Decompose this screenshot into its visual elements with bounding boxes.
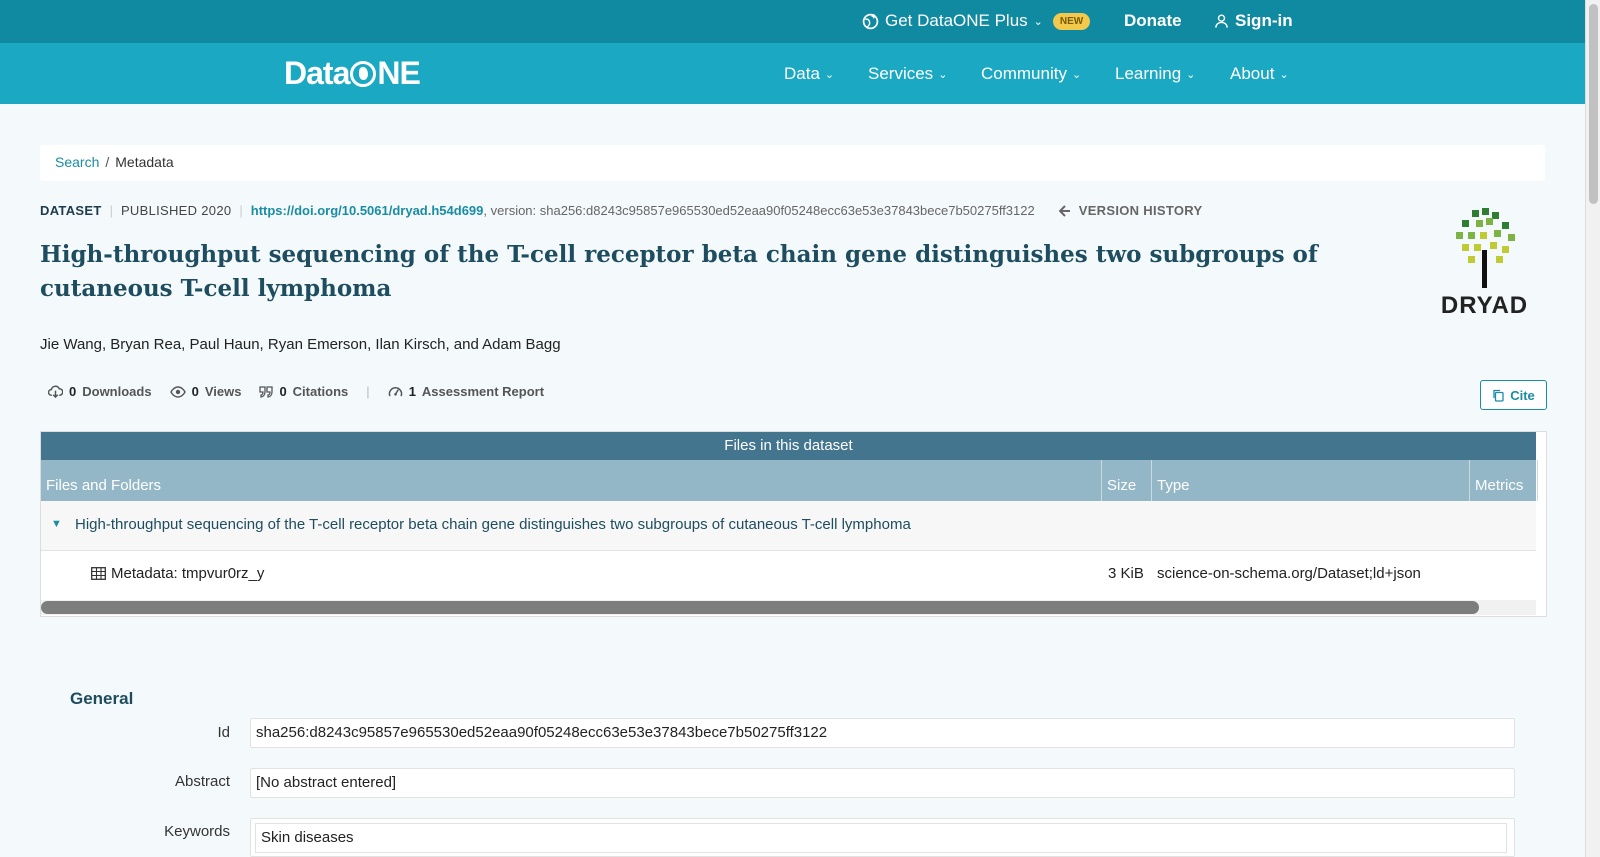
files-table-header-row: Files and Folders Size Type Metrics A	[41, 460, 1546, 501]
get-dataone-plus-label: Get DataONE Plus	[885, 11, 1028, 30]
keywords-label: Keywords	[164, 823, 230, 840]
citations-count: 0	[279, 384, 287, 399]
dataset-title: High-throughput sequencing of the T-cell…	[40, 241, 1318, 302]
downloads-metric[interactable]: 0 Downloads	[48, 384, 152, 399]
column-files-and-folders[interactable]: Files and Folders	[41, 460, 1102, 501]
copy-icon	[1493, 389, 1504, 402]
nav-community[interactable]: Community ⌄	[981, 64, 1081, 84]
page-scrollbar[interactable]	[1585, 0, 1600, 857]
general-section-title: General	[70, 689, 134, 708]
file-name[interactable]: Metadata: tmpvur0rz_y	[111, 565, 264, 582]
views-count: 0	[191, 384, 199, 399]
divider: |	[366, 384, 370, 399]
downloads-count: 0	[69, 384, 77, 399]
gauge-icon	[388, 387, 402, 397]
file-size: 3 KiB	[1108, 565, 1144, 582]
chevron-down-icon: ⌄	[938, 68, 948, 81]
scrollbar-thumb[interactable]	[1589, 4, 1598, 204]
version-history-link[interactable]: VERSION HISTORY	[1058, 203, 1203, 218]
dataset-type: DATASET	[40, 203, 102, 218]
quote-icon	[259, 385, 274, 398]
nav-data-label: Data	[784, 64, 820, 83]
dataset-meta-line: DATASET | PUBLISHED 2020 | https://doi.o…	[40, 203, 1202, 218]
logo-text-ne: NE	[377, 55, 420, 91]
metrics-bar: 0 Downloads 0 Views 0 Citations | 1 Assessme…	[48, 384, 544, 399]
keyword-item: Skin diseases	[255, 823, 1507, 853]
files-table-heading: Files in this dataset	[41, 432, 1536, 460]
chevron-down-icon: ⌄	[824, 68, 835, 81]
table-row-file[interactable]: Metadata: tmpvur0rz_y 3 KiB science-on-s…	[41, 551, 1536, 599]
abstract-value: [No abstract entered]	[250, 768, 1515, 798]
downloads-label: Downloads	[82, 384, 152, 399]
nav-services-label: Services	[868, 64, 934, 83]
nav-services[interactable]: Services ⌄	[868, 64, 947, 84]
author-list: Jie Wang, Bryan Rea, Paul Haun, Ryan Eme…	[40, 336, 561, 353]
divider: |	[109, 203, 113, 218]
nav-learning[interactable]: Learning ⌄	[1115, 64, 1195, 84]
scrollbar-thumb[interactable]	[41, 601, 1479, 614]
files-table-scrollbar[interactable]	[41, 600, 1536, 615]
column-actions[interactable]: A	[1538, 460, 1546, 501]
user-icon	[1215, 14, 1228, 28]
chevron-down-icon: ⌄	[1071, 68, 1082, 81]
breadcrumb-search-link[interactable]: Search	[55, 154, 99, 170]
donate-link[interactable]: Donate	[1124, 11, 1182, 31]
version-history-label: VERSION HISTORY	[1078, 203, 1203, 218]
divider: |	[239, 203, 243, 218]
id-label: Id	[217, 724, 230, 741]
nav-about-label: About	[1230, 64, 1275, 83]
cite-label: Cite	[1510, 387, 1535, 403]
file-type: science-on-schema.org/Dataset;ld+json	[1157, 565, 1421, 582]
column-metrics[interactable]: Metrics	[1470, 460, 1538, 501]
column-size[interactable]: Size	[1102, 460, 1152, 501]
table-row-folder[interactable]: ▼ High-throughput sequencing of the T-ce…	[41, 501, 1536, 551]
abstract-label: Abstract	[174, 773, 230, 790]
views-label: Views	[204, 384, 242, 399]
utility-bar: Get DataONE Plus ⌄ NEW Donate Sign-in	[0, 0, 1585, 43]
id-value: sha256:d8243c95857e965530ed52eaa90f05248…	[250, 718, 1515, 748]
globe-plus-icon	[862, 13, 879, 29]
dryad-repository-logo[interactable]: DRYAD	[1432, 206, 1537, 321]
keywords-box: Skin diseases	[250, 818, 1515, 857]
arrow-left-icon	[1058, 204, 1070, 217]
nav-about[interactable]: About ⌄	[1230, 64, 1289, 84]
new-badge: NEW	[1052, 12, 1091, 30]
breadcrumb: Search / Metadata	[40, 145, 1545, 181]
tree-logo-icon	[1456, 208, 1515, 288]
folder-name[interactable]: High-throughput sequencing of the T-cell…	[75, 516, 911, 533]
sign-in-link[interactable]: Sign-in	[1214, 11, 1293, 31]
nav-learning-label: Learning	[1115, 64, 1182, 83]
cite-button[interactable]: Cite	[1480, 380, 1547, 410]
breadcrumb-separator: /	[105, 154, 110, 170]
assessment-count: 1	[408, 384, 416, 399]
caret-down-icon[interactable]: ▼	[51, 518, 62, 530]
assessment-metric[interactable]: 1 Assessment Report	[388, 384, 544, 399]
files-table: Files in this dataset Files and Folders …	[40, 431, 1547, 617]
cloud-download-icon	[48, 385, 63, 398]
breadcrumb-current: Metadata	[115, 154, 174, 170]
chevron-down-icon: ⌄	[1279, 68, 1289, 81]
eye-icon	[169, 385, 186, 398]
get-dataone-plus-menu[interactable]: Get DataONE Plus ⌄ NEW	[862, 11, 1091, 31]
version-id: , version: sha256:d8243c95857e965530ed52…	[483, 203, 1035, 218]
citations-label: Citations	[292, 384, 349, 399]
dataone-logo[interactable]: Data NE	[284, 55, 421, 92]
logo-text-data: Data	[284, 55, 350, 91]
globe-logo-icon	[350, 60, 377, 87]
sign-in-label: Sign-in	[1235, 11, 1293, 30]
chevron-down-icon: ⌄	[1033, 15, 1043, 28]
table-icon	[91, 567, 106, 580]
published-year: PUBLISHED 2020	[120, 203, 232, 218]
nav-data[interactable]: Data ⌄	[784, 64, 834, 84]
doi-link[interactable]: https://doi.org/10.5061/dryad.h54d699	[251, 203, 484, 218]
chevron-down-icon: ⌄	[1186, 68, 1196, 81]
assessment-label: Assessment Report	[421, 384, 545, 399]
dryad-wordmark: DRYAD	[1440, 292, 1529, 319]
views-metric[interactable]: 0 Views	[169, 384, 242, 399]
nav-community-label: Community	[981, 64, 1067, 83]
column-type[interactable]: Type	[1152, 460, 1470, 501]
citations-metric[interactable]: 0 Citations	[259, 384, 348, 399]
